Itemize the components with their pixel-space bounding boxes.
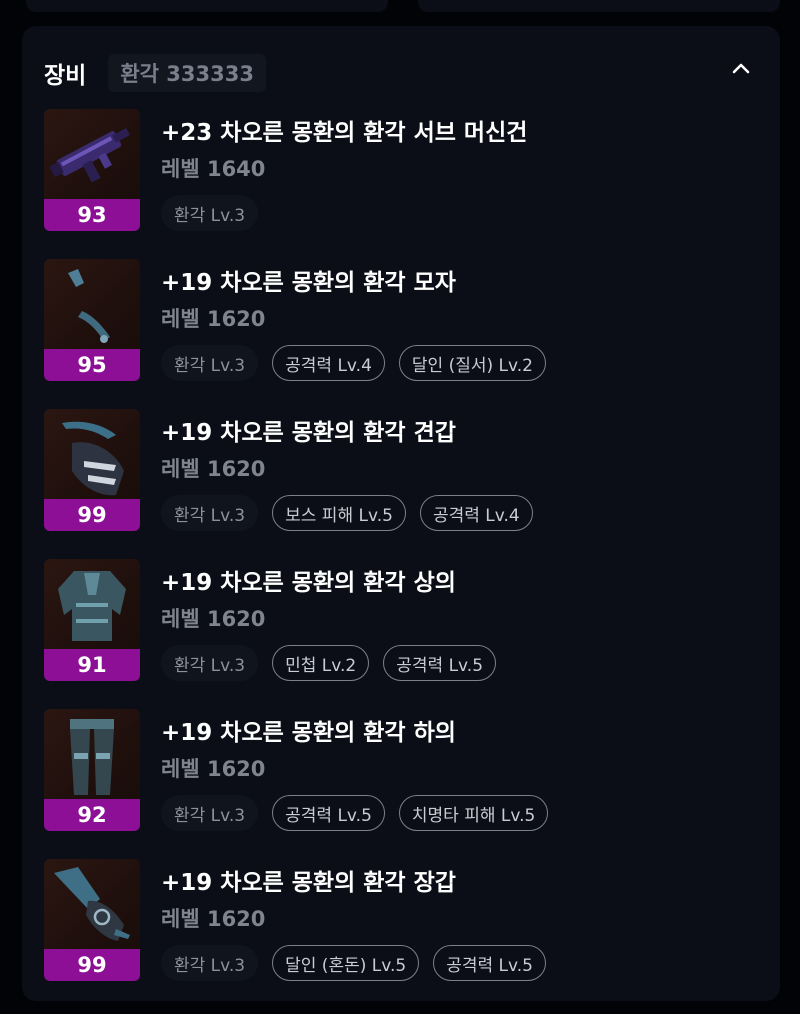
item-score: 95	[44, 349, 140, 381]
gloves-icon	[54, 867, 130, 941]
item-tag: 환각 Lv.3	[161, 195, 259, 231]
panel-title: 장비	[44, 63, 87, 89]
item-tags: 환각 Lv.3	[161, 195, 272, 231]
pauldron-icon	[62, 421, 124, 496]
item-name: +19 차오른 몽환의 환각 장갑	[161, 870, 456, 896]
item-name: +19 차오른 몽환의 환각 모자	[161, 270, 456, 296]
item-tag: 공격력 Lv.4	[419, 495, 533, 531]
item-level: 레벨 1620	[161, 607, 266, 631]
item-score: 93	[44, 199, 140, 231]
item-tag: 환각 Lv.3	[161, 945, 259, 981]
item-thumbnail: 92	[44, 709, 140, 831]
equipment-item[interactable]: 99 +19 차오른 몽환의 환각 장갑 레벨 1620 환각 Lv.3 달인 …	[44, 859, 764, 1009]
pants-icon	[70, 719, 114, 795]
item-tags: 환각 Lv.3 공격력 Lv.5 치명타 피해 Lv.5	[161, 795, 562, 831]
item-score: 99	[44, 499, 140, 531]
item-tag: 공격력 Lv.5	[272, 795, 385, 831]
item-level: 레벨 1620	[161, 457, 266, 481]
item-tag: 치명타 피해 Lv.5	[398, 795, 549, 831]
item-score: 91	[44, 649, 140, 681]
item-level: 레벨 1620	[161, 757, 266, 781]
item-name: +23 차오른 몽환의 환각 서브 머신건	[161, 120, 528, 146]
equipment-panel: 장비 환각 333333 93 +23 차오른 몽환의 환각 서브 머신건 레벨…	[22, 26, 780, 1001]
item-score: 99	[44, 949, 140, 981]
equipment-item[interactable]: 91 +19 차오른 몽환의 환각 상의 레벨 1620 환각 Lv.3 민첩 …	[44, 559, 764, 709]
chevron-up-icon	[732, 63, 750, 74]
item-tags: 환각 Lv.3 보스 피해 Lv.5 공격력 Lv.4	[161, 495, 547, 531]
item-tag: 환각 Lv.3	[161, 345, 259, 381]
item-tag: 달인 (질서) Lv.2	[398, 345, 546, 381]
previous-panel-left	[26, 0, 388, 12]
item-tag: 환각 Lv.3	[161, 795, 259, 831]
item-level: 레벨 1620	[161, 907, 266, 931]
item-thumbnail: 93	[44, 109, 140, 231]
item-name: +19 차오른 몽환의 환각 상의	[161, 570, 456, 596]
item-name: +19 차오른 몽환의 환각 하의	[161, 720, 456, 746]
item-tag: 환각 Lv.3	[161, 495, 259, 531]
item-thumbnail: 95	[44, 259, 140, 381]
equipment-list: 93 +23 차오른 몽환의 환각 서브 머신건 레벨 1640 환각 Lv.3…	[44, 109, 764, 1009]
hat-icon	[68, 269, 110, 343]
item-name: +19 차오른 몽환의 환각 견갑	[161, 420, 456, 446]
equipment-item[interactable]: 95 +19 차오른 몽환의 환각 모자 레벨 1620 환각 Lv.3 공격력…	[44, 259, 764, 409]
panel-subtitle: 환각 333333	[108, 54, 266, 92]
item-tags: 환각 Lv.3 공격력 Lv.4 달인 (질서) Lv.2	[161, 345, 560, 381]
collapse-button[interactable]	[724, 54, 758, 82]
item-tag: 환각 Lv.3	[161, 645, 259, 681]
item-tag: 공격력 Lv.4	[272, 345, 385, 381]
item-tag: 공격력 Lv.5	[383, 645, 497, 681]
item-thumbnail: 91	[44, 559, 140, 681]
item-tag: 민첩 Lv.2	[272, 645, 370, 681]
item-tags: 환각 Lv.3 달인 (혼돈) Lv.5 공격력 Lv.5	[161, 945, 560, 981]
item-thumbnail: 99	[44, 859, 140, 981]
panel-header: 장비 환각 333333	[44, 52, 266, 94]
item-thumbnail: 99	[44, 409, 140, 531]
equipment-item[interactable]: 93 +23 차오른 몽환의 환각 서브 머신건 레벨 1640 환각 Lv.3	[44, 109, 764, 259]
item-tag: 달인 (혼돈) Lv.5	[272, 945, 420, 981]
item-level: 레벨 1620	[161, 307, 266, 331]
previous-panel-right	[418, 0, 780, 12]
item-level: 레벨 1640	[161, 157, 266, 181]
item-tag: 보스 피해 Lv.5	[272, 495, 406, 531]
item-tag: 공격력 Lv.5	[433, 945, 546, 981]
submachine-gun-icon	[49, 127, 131, 183]
top-armor-icon	[58, 571, 126, 641]
equipment-item[interactable]: 99 +19 차오른 몽환의 환각 견갑 레벨 1620 환각 Lv.3 보스 …	[44, 409, 764, 559]
item-tags: 환각 Lv.3 민첩 Lv.2 공격력 Lv.5	[161, 645, 510, 681]
equipment-item[interactable]: 92 +19 차오른 몽환의 환각 하의 레벨 1620 환각 Lv.3 공격력…	[44, 709, 764, 859]
item-score: 92	[44, 799, 140, 831]
